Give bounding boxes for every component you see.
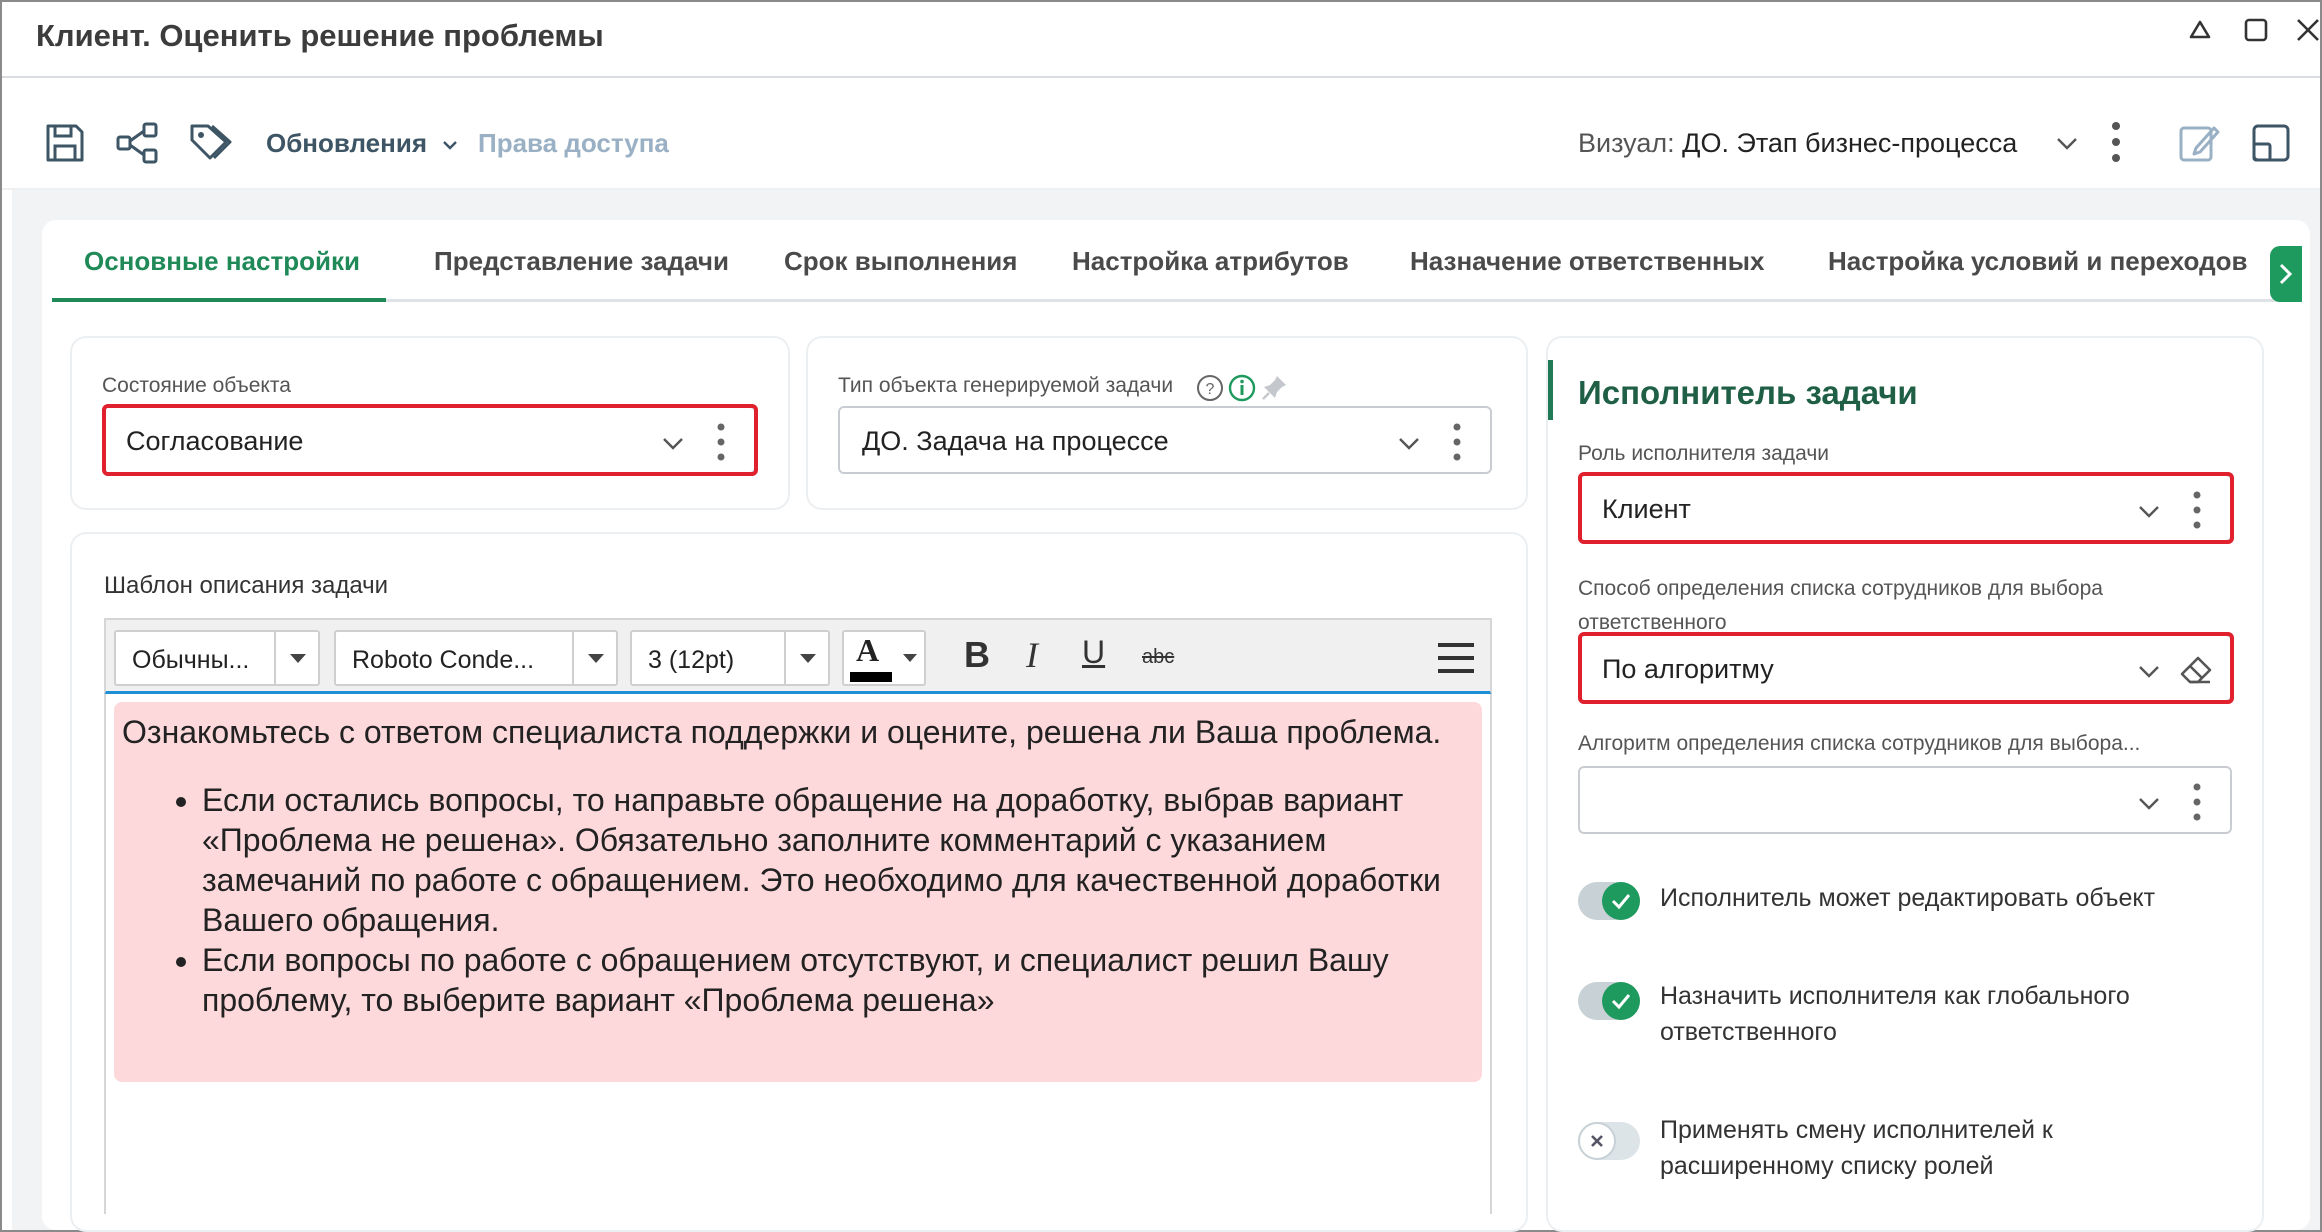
dropdown-arrow (572, 632, 616, 684)
executor-title: Исполнитель задачи (1578, 374, 1918, 411)
updates-label: Обновления (266, 128, 428, 158)
settings-card: Основные настройки Представление задачи … (42, 220, 2310, 1230)
access-rights-link[interactable]: Права доступа (478, 128, 669, 159)
tab-conditions[interactable]: Настройка условий и переходов (1828, 246, 2247, 277)
font-color-swatch (850, 672, 892, 682)
share-nodes-icon[interactable] (114, 120, 160, 166)
template-label: Шаблон описания задачи (104, 572, 389, 599)
underline-button[interactable]: U (1082, 634, 1105, 671)
caret-down-icon (588, 654, 604, 663)
edit-object-toggle[interactable] (1578, 882, 1640, 920)
caret-down-icon (800, 654, 816, 663)
tab-main-settings[interactable]: Основные настройки (84, 246, 360, 277)
collapse-icon[interactable] (2182, 12, 2218, 48)
global-responsible-toggle[interactable] (1578, 982, 1640, 1020)
bold-button[interactable]: B (964, 634, 990, 676)
tags-icon[interactable] (188, 120, 234, 166)
highlight-box (1578, 472, 2234, 544)
task-type-panel: Тип объекта генерируемой задачи ? ДО. За… (808, 338, 1526, 508)
paragraph-style-select[interactable]: Обычны... (114, 630, 320, 686)
content-area: Основные настройки Представление задачи … (12, 190, 2320, 1230)
edit-icon[interactable] (2176, 120, 2222, 166)
tab-attributes[interactable]: Настройка атрибутов (1072, 246, 1349, 277)
extended-roles-toggle[interactable] (1578, 1122, 1640, 1160)
tab-deadline[interactable]: Срок выполнения (784, 246, 1017, 277)
font-size-value: 3 (12pt) (648, 646, 735, 674)
object-state-label: Состояние объекта (102, 374, 291, 397)
italic-button[interactable]: I (1026, 634, 1038, 676)
font-color-glyph: A (856, 632, 880, 668)
tab-task-view[interactable]: Представление задачи (434, 246, 729, 277)
caret-down-icon (903, 654, 917, 662)
svg-text:?: ? (1206, 381, 1215, 398)
tab-responsibles[interactable]: Назначение ответственных (1410, 246, 1764, 277)
extended-roles-label: Применять смену исполнителей к расширенн… (1660, 1116, 2053, 1180)
check-icon (1611, 894, 1631, 910)
object-state-panel: Состояние объекта Согласование (72, 338, 788, 508)
edit-object-label: Исполнитель может редактировать объект (1660, 884, 2156, 912)
task-type-value: ДО. Задача на процессе (862, 426, 1169, 456)
more-vertical-icon[interactable] (2110, 120, 2122, 164)
save-icon[interactable] (42, 120, 88, 166)
task-type-select[interactable]: ДО. Задача на процессе (838, 406, 1492, 474)
algorithm-label: Алгоритм определения списка сотрудников … (1578, 732, 2141, 755)
chevron-down-icon (443, 141, 458, 150)
window-title: Клиент. Оценить решение проблемы (36, 18, 604, 53)
more-vertical-icon[interactable] (2192, 782, 2202, 822)
paragraph-style-value: Обычны... (132, 646, 250, 674)
executor-panel: Исполнитель задачи Роль исполнителя зада… (1548, 338, 2262, 1230)
active-tab-indicator (52, 298, 386, 302)
dropdown-arrow (784, 632, 828, 684)
dropdown-arrow (274, 632, 318, 684)
toolbar: Обновления Права доступа Визуал: ДО. Эта… (2, 80, 2320, 190)
toggle-knob (1602, 882, 1640, 920)
menu-icon[interactable] (1436, 640, 1476, 676)
highlighted-note: Ознакомьтесь с ответом специалиста подде… (114, 702, 1482, 1082)
editor-toolbar: Обычны... Roboto Conde... 3 (12pt) A B I… (104, 618, 1492, 696)
visual-value: ДО. Этап бизнес-процесса (1682, 128, 2018, 158)
more-vertical-icon[interactable] (1452, 422, 1462, 462)
help-icon[interactable]: ? (1196, 374, 1224, 402)
chevron-down-icon (1399, 438, 1419, 450)
method-label: Способ определения списка сотрудников дл… (1578, 577, 2103, 634)
note-list: Если остались вопросы, то направьте обра… (122, 780, 1474, 1020)
font-family-value: Roboto Conde... (352, 646, 535, 674)
maximize-icon[interactable] (2238, 12, 2274, 48)
font-family-select[interactable]: Roboto Conde... (334, 630, 618, 686)
global-responsible-label: Назначить исполнителя как глобального от… (1660, 982, 2130, 1046)
role-label: Роль исполнителя задачи (1578, 442, 1830, 465)
visual-label: Визуал: (1578, 128, 1675, 158)
info-icon[interactable] (1228, 374, 1256, 402)
x-icon (1591, 1135, 1603, 1147)
note-intro: Ознакомьтесь с ответом специалиста подде… (122, 714, 1442, 750)
task-type-label: Тип объекта генерируемой задачи (838, 374, 1174, 397)
close-icon[interactable] (2290, 12, 2322, 48)
font-color-button[interactable]: A (842, 630, 926, 686)
layout-icon[interactable] (2248, 120, 2294, 166)
editor-content[interactable]: Ознакомьтесь с ответом специалиста подде… (104, 694, 1492, 1214)
pin-icon[interactable] (1260, 372, 1290, 402)
chevron-down-icon[interactable] (2054, 130, 2080, 156)
algorithm-select[interactable] (1578, 766, 2232, 834)
caret-down-icon (290, 654, 306, 663)
chevron-right-icon (2279, 263, 2293, 285)
strikethrough-button[interactable]: abc (1142, 646, 1174, 669)
window-titlebar: Клиент. Оценить решение проблемы (2, 2, 2320, 78)
font-size-select[interactable]: 3 (12pt) (630, 630, 830, 686)
check-icon (1611, 994, 1631, 1010)
highlight-box (102, 404, 758, 476)
section-accent (1548, 360, 1553, 420)
updates-menu[interactable]: Обновления (266, 128, 460, 159)
visual-selector[interactable]: Визуал: ДО. Этап бизнес-процесса (1578, 128, 2017, 159)
tabs-scroll-right-button[interactable] (2270, 246, 2302, 302)
toggle-knob (1602, 982, 1640, 1020)
list-item: Если остались вопросы, то направьте обра… (202, 780, 1474, 940)
list-item: Если вопросы по работе с обращением отсу… (202, 940, 1474, 1020)
tab-bar: Основные настройки Представление задачи … (52, 220, 2302, 302)
chevron-down-icon (2139, 798, 2159, 810)
template-panel: Шаблон описания задачи Обычны... Roboto … (72, 534, 1526, 1230)
highlight-box (1578, 632, 2234, 704)
toggle-knob (1578, 1122, 1616, 1160)
